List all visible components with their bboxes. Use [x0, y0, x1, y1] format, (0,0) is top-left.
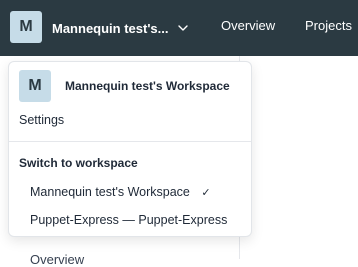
workspace-name: Mannequin test's... [52, 20, 169, 36]
workspace-switcher-button[interactable]: Mannequin test's... [52, 14, 189, 42]
switch-workspace-heading: Switch to workspace [19, 156, 138, 170]
workspace-option-label: Puppet-Express — Puppet-Express [30, 213, 228, 227]
top-navigation-bar: M Mannequin test's... Overview Projects [0, 0, 358, 56]
current-workspace-name: Mannequin test's Workspace [65, 79, 230, 93]
workspace-dropdown-menu: M Mannequin test's Workspace Settings Sw… [8, 61, 252, 237]
dropdown-workspace-avatar: M [19, 70, 51, 102]
workspace-option-mannequin[interactable]: Mannequin test's Workspace ✓ [30, 185, 211, 199]
menu-divider [9, 141, 251, 142]
workspace-option-label: Mannequin test's Workspace [30, 185, 190, 199]
nav-projects[interactable]: Projects [305, 18, 352, 33]
sidebar-item-overview[interactable]: Overview [30, 252, 84, 267]
workspace-option-puppet-express[interactable]: Puppet-Express — Puppet-Express [30, 213, 227, 227]
settings-menu-item[interactable]: Settings [19, 113, 64, 127]
nav-overview[interactable]: Overview [221, 18, 275, 33]
chevron-down-icon [177, 25, 188, 31]
workspace-avatar[interactable]: M [10, 11, 42, 43]
checkmark-icon: ✓ [201, 187, 211, 199]
